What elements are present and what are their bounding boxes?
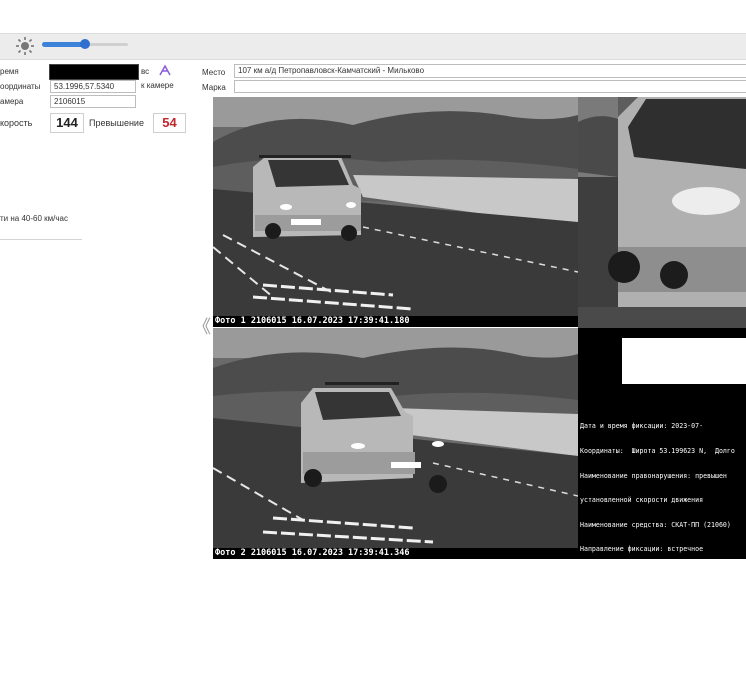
- toolbar: [0, 33, 746, 60]
- info-line: для грузовых а/м свыше 3,5т: 70 км/ч: [580, 619, 723, 628]
- time-field-redacted: [49, 64, 139, 80]
- excess-label: Превышение: [89, 118, 144, 128]
- speed-note: ти на 40-60 км/час: [0, 214, 68, 223]
- info-line: Скорость ТС: 144 км/ч: [580, 570, 664, 579]
- speed-label: корость: [0, 118, 33, 128]
- excess-value: 54: [153, 113, 186, 133]
- brand-field[interactable]: [234, 80, 746, 93]
- photo-2-scene: [213, 328, 578, 548]
- info-panel: Дата и время фиксации: 2023-07- Координа…: [578, 328, 746, 677]
- time-suffix: вс: [141, 67, 150, 76]
- info-line: установленной скорости движения: [580, 496, 704, 505]
- coords-label: оординаты: [0, 82, 41, 91]
- brand-label: Марка: [202, 83, 226, 92]
- brightness-icon[interactable]: [14, 36, 36, 56]
- place-label: Место: [202, 68, 226, 77]
- photo-zoom-scene: [578, 97, 746, 328]
- place-field[interactable]: 107 км а/д Петропавловск-Камчатский - Ми…: [234, 64, 746, 78]
- info-line: сторону г. Петропавловск-Камчатского: [580, 668, 723, 677]
- speed-value: 144: [50, 113, 84, 133]
- prev-photo-button[interactable]: 《: [193, 313, 211, 339]
- magic-wand-icon[interactable]: [158, 64, 172, 76]
- camera-field[interactable]: 2106015: [50, 95, 136, 108]
- time-label: ремя: [0, 67, 19, 76]
- photo-1-caption: Фото 1 2106015 16.07.2023 17:39:41.180: [213, 316, 578, 327]
- photo-2[interactable]: [213, 328, 578, 548]
- redacted-plate: [622, 338, 746, 384]
- info-line: Наименование средства: СКАТ-ПП (21060): [580, 520, 731, 529]
- camera-label: амера: [0, 97, 24, 106]
- photo-2-caption: Фото 2 2106015 16.07.2023 17:39:41.346: [213, 548, 578, 559]
- at-camera-label: к камере: [141, 81, 174, 90]
- brightness-slider-thumb[interactable]: [80, 39, 90, 49]
- info-line: Координаты: Широта 53.199623 N, Долго: [580, 447, 735, 456]
- info-line: Дата и время фиксации: 2023-07-: [580, 422, 704, 431]
- info-line: Разрешенная скорость: 90 км/ч,: [580, 594, 700, 603]
- photo-1-scene: [213, 97, 578, 316]
- info-line: Направление фиксации: встречное: [580, 545, 704, 554]
- info-text: Дата и время фиксации: 2023-07- Координа…: [580, 406, 735, 693]
- info-line: Участок фиксации нарушения: 107 км а/д: [580, 643, 731, 652]
- info-line: Наименование правонарушения: превышен: [580, 471, 727, 480]
- divider: [0, 239, 82, 240]
- photo-1[interactable]: [213, 97, 578, 316]
- coords-field[interactable]: 53.1996,57.5340: [50, 80, 136, 93]
- photo-zoom[interactable]: [578, 97, 746, 328]
